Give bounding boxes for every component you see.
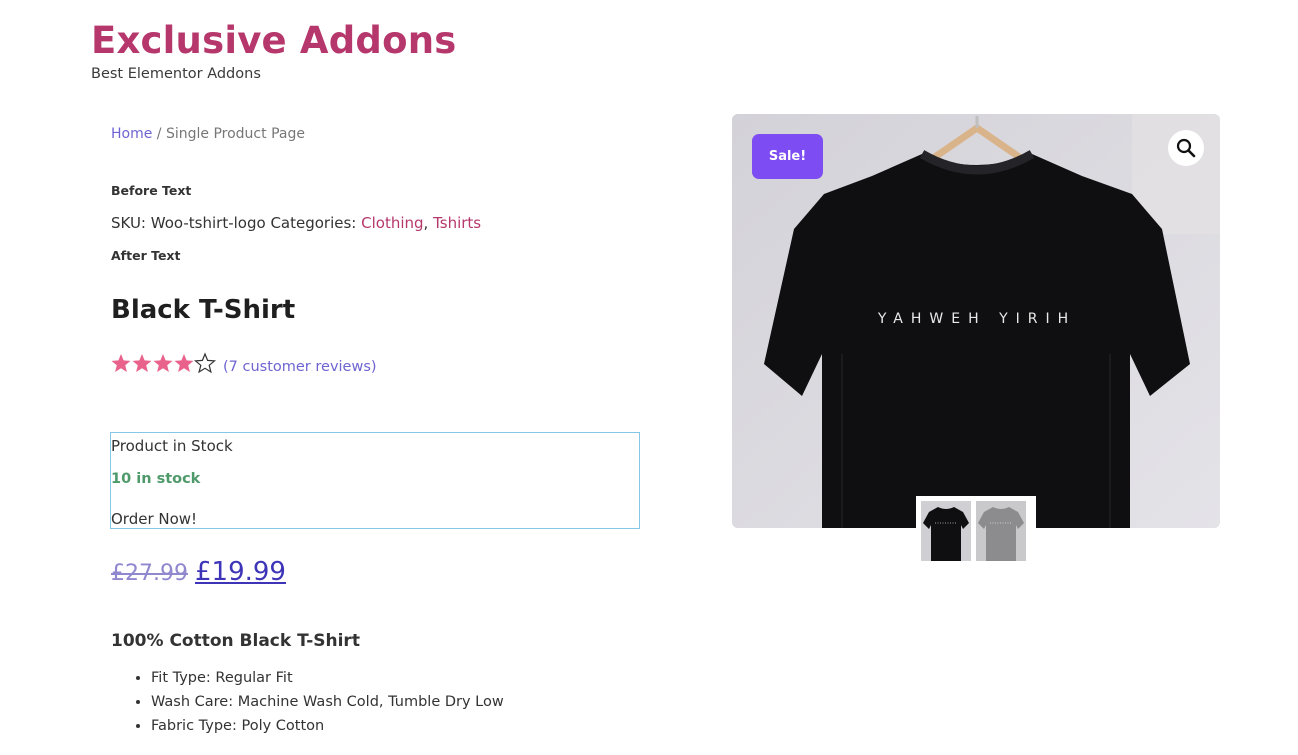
black-tshirt-thumbnail — [921, 501, 971, 561]
before-text: Before Text — [111, 183, 192, 198]
feature-item: Wash Care: Machine Wash Cold, Tumble Dry… — [151, 690, 504, 714]
breadcrumb-home-link[interactable]: Home — [111, 126, 152, 142]
star-icon — [132, 354, 152, 372]
star-rating-icon — [111, 352, 217, 374]
sale-price: £19.99 — [194, 557, 286, 587]
breadcrumb-separator: / — [152, 126, 166, 142]
breadcrumb: Home / Single Product Page — [111, 126, 305, 142]
thumbnail-black[interactable] — [921, 501, 971, 561]
order-now-text: Order Now! — [111, 510, 198, 528]
shirt-print-text: YAHWEH YIRIH — [877, 311, 1076, 327]
customer-reviews-link[interactable]: (7 customer reviews) — [223, 359, 377, 375]
feature-item: Fit Type: Regular Fit — [151, 666, 504, 690]
category-link-tshirts[interactable]: Tshirts — [433, 214, 481, 232]
star-outline-icon — [193, 352, 217, 374]
stock-box: Product in Stock 10 in stock Order Now! — [110, 432, 640, 529]
after-text: After Text — [111, 248, 181, 263]
thumbnail-strip — [916, 496, 1036, 561]
grey-tshirt-thumbnail — [976, 501, 1026, 561]
site-title[interactable]: Exclusive Addons — [91, 18, 457, 64]
star-icon — [174, 354, 194, 372]
stock-count: 10 in stock — [111, 471, 201, 487]
product-rating: (7 customer reviews) — [111, 352, 377, 376]
feature-item: Fabric Type: Poly Cotton — [151, 714, 504, 738]
stock-heading: Product in Stock — [111, 437, 233, 455]
breadcrumb-current: Single Product Page — [165, 126, 305, 142]
sku-label: SKU: — [111, 214, 146, 232]
category-link-clothing[interactable]: Clothing — [361, 214, 423, 232]
description-title: 100% Cotton Black T-Shirt — [111, 631, 360, 651]
product-price: £27.99 £19.99 — [111, 557, 286, 587]
thumbnail-grey[interactable] — [976, 501, 1026, 561]
star-icon — [111, 354, 131, 372]
sale-badge: Sale! — [752, 134, 823, 179]
feature-list: Fit Type: Regular Fit Wash Care: Machine… — [111, 666, 504, 738]
category-separator: , — [423, 214, 434, 232]
product-title: Black T-Shirt — [111, 295, 296, 325]
star-icon — [153, 354, 173, 372]
old-price: £27.99 — [111, 561, 188, 586]
categories-label: Categories: — [270, 214, 357, 232]
site-tagline: Best Elementor Addons — [91, 66, 261, 82]
search-icon — [1176, 138, 1196, 158]
product-meta: SKU: Woo-tshirt-logo Categories: Clothin… — [111, 214, 481, 232]
sku-value: Woo-tshirt-logo — [150, 214, 266, 232]
zoom-button[interactable] — [1168, 130, 1204, 166]
